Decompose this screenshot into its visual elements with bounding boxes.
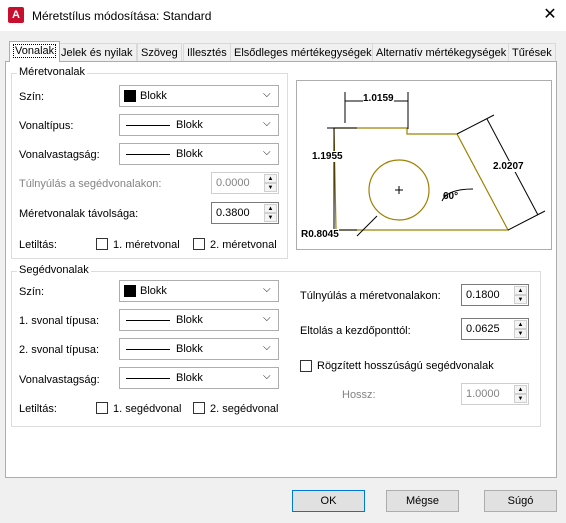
preview-shape-outline [333, 127, 509, 231]
dim-linetype-value: Blokk [176, 119, 203, 131]
tab-text[interactable]: Szöveg [137, 43, 182, 61]
dim-lineweight-select[interactable]: Blokk ⌵ [119, 143, 279, 165]
baseline-spacing-label: Méretvonalak távolsága: [19, 208, 139, 220]
ext-color-select[interactable]: Blokk ⌵ [119, 280, 279, 302]
spin-down-icon[interactable]: ▼ [264, 213, 277, 222]
spin-down-icon: ▼ [514, 394, 527, 403]
line-preview [126, 378, 170, 379]
suppress-ext-line-1-checkbox[interactable] [96, 402, 108, 414]
dim-lineweight-value: Blokk [176, 148, 203, 160]
spin-down-icon: ▼ [264, 183, 277, 192]
suppress-dim-line-1-label: 1. méretvonal [113, 239, 180, 251]
dim-extend-spinner: 0.0000 ▲ ▼ [211, 172, 279, 194]
ext-line2-type-value: Blokk [176, 343, 203, 355]
ext-line2-type-select[interactable]: Blokk ⌵ [119, 338, 279, 360]
dim-color-select[interactable]: Blokk ⌵ [119, 85, 279, 107]
ext-extend-label: Túlnyúlás a méretvonalakon: [300, 290, 441, 302]
chevron-down-icon: ⌵ [263, 89, 271, 100]
spin-up-icon: ▲ [514, 385, 527, 394]
preview-pane: 1.0159 1.1955 2.0207 60° R0.8045 [296, 80, 552, 250]
ext-lineweight-select[interactable]: Blokk ⌵ [119, 367, 279, 389]
ext-extend-value: 0.1800 [466, 289, 500, 301]
cancel-button[interactable]: Mégse [386, 490, 459, 512]
tab-primary-units[interactable]: Elsődleges mértékegységek [230, 43, 376, 61]
ok-button[interactable]: OK [292, 490, 365, 512]
line-preview [126, 154, 170, 155]
chevron-down-icon: ⌵ [263, 313, 271, 324]
color-swatch [124, 285, 136, 297]
spin-down-icon[interactable]: ▼ [514, 329, 527, 338]
dim-linetype-select[interactable]: Blokk ⌵ [119, 114, 279, 136]
help-button[interactable]: Súgó [484, 490, 557, 512]
spin-up-icon: ▲ [264, 174, 277, 183]
chevron-down-icon: ⌵ [263, 147, 271, 158]
dim-color-label: Szín: [19, 91, 45, 103]
ext-offset-label: Eltolás a kezdőponttól: [300, 325, 411, 337]
preview-dim-top: 1.0159 [363, 93, 394, 104]
line-preview [126, 349, 170, 350]
ext-line1-type-select[interactable]: Blokk ⌵ [119, 309, 279, 331]
baseline-spacing-spinner[interactable]: 0.3800 ▲ ▼ [211, 202, 279, 224]
dim-suppress-label: Letiltás: [19, 239, 57, 251]
suppress-ext-line-2-label: 2. segédvonal [210, 403, 279, 415]
spin-down-icon[interactable]: ▼ [514, 295, 527, 304]
line-preview [126, 125, 170, 126]
tab-alternate-units[interactable]: Alternatív mértékegységek [372, 43, 511, 61]
line-preview [126, 320, 170, 321]
close-icon[interactable]: ✕ [541, 6, 559, 24]
ext-color-label: Szín: [19, 286, 45, 298]
dim-extend-value: 0.0000 [216, 177, 250, 189]
length-label: Hossz: [342, 389, 376, 401]
suppress-dim-line-2-checkbox[interactable] [193, 238, 205, 250]
suppress-ext-line-2-checkbox[interactable] [193, 402, 205, 414]
suppress-dim-line-1-checkbox[interactable] [96, 238, 108, 250]
color-swatch [124, 90, 136, 102]
tab-fit[interactable]: Illesztés [183, 43, 231, 61]
length-spinner: 1.0000 ▲ ▼ [461, 383, 529, 405]
fixed-length-label: Rögzített hosszúságú segédvonalak [317, 360, 494, 372]
ext-offset-spinner[interactable]: 0.0625 ▲ ▼ [461, 318, 529, 340]
preview-dim-left: 1.1955 [312, 151, 343, 162]
chevron-down-icon: ⌵ [263, 284, 271, 295]
dim-linetype-label: Vonaltípus: [19, 120, 74, 132]
ext-line2-type-label: 2. svonal típusa: [19, 344, 100, 356]
suppress-dim-line-2-label: 2. méretvonal [210, 239, 277, 251]
ext-color-value: Blokk [140, 285, 167, 297]
tab-tolerances[interactable]: Tűrések [508, 43, 556, 61]
chevron-down-icon: ⌵ [263, 342, 271, 353]
dimension-lines-legend: Méretvonalak [17, 66, 88, 78]
baseline-spacing-value: 0.3800 [216, 207, 250, 219]
spin-up-icon[interactable]: ▲ [264, 204, 277, 213]
ext-lineweight-value: Blokk [176, 372, 203, 384]
preview-angle: 60° [443, 191, 459, 202]
chevron-down-icon: ⌵ [263, 371, 271, 382]
ext-extend-spinner[interactable]: 0.1800 ▲ ▼ [461, 284, 529, 306]
ext-offset-value: 0.0625 [466, 323, 500, 335]
preview-dim-right: 2.0207 [493, 161, 524, 172]
length-value: 1.0000 [466, 388, 500, 400]
preview-radius: R0.8045 [301, 229, 339, 240]
tab-lines[interactable]: Vonalak [9, 41, 61, 62]
autocad-app-icon: A [8, 7, 24, 23]
dim-extend-label: Túlnyúlás a segédvonalakon: [19, 178, 162, 190]
window-title: Méretstílus módosítása: Standard [32, 9, 212, 23]
ext-lineweight-label: Vonalvastagság: [19, 374, 100, 386]
dim-color-value: Blokk [140, 90, 167, 102]
spin-up-icon[interactable]: ▲ [514, 286, 527, 295]
spin-up-icon[interactable]: ▲ [514, 320, 527, 329]
extension-lines-legend: Segédvonalak [17, 264, 91, 276]
ext-line1-type-value: Blokk [176, 314, 203, 326]
chevron-down-icon: ⌵ [263, 118, 271, 129]
dim-lineweight-label: Vonalvastagság: [19, 149, 100, 161]
fixed-length-checkbox[interactable] [300, 360, 312, 372]
ext-line1-type-label: 1. svonal típusa: [19, 315, 100, 327]
tab-symbols-arrows[interactable]: Jelek és nyilak [57, 43, 137, 61]
suppress-ext-line-1-label: 1. segédvonal [113, 403, 182, 415]
ext-suppress-label: Letiltás: [19, 403, 57, 415]
